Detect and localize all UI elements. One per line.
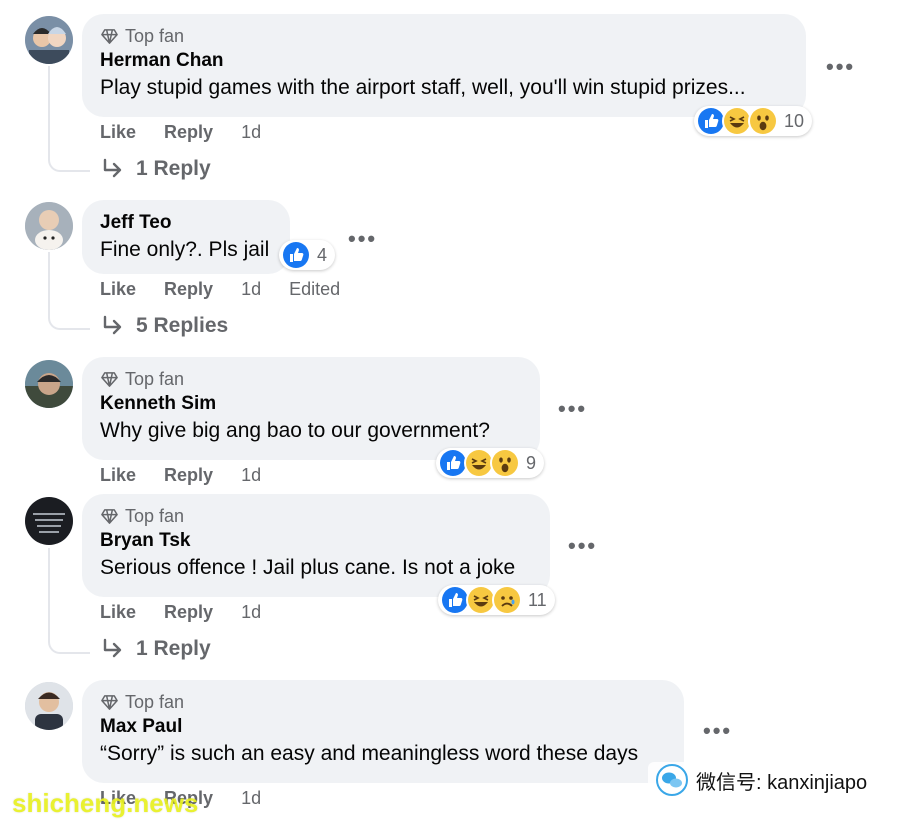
reaction-count: 11 xyxy=(528,589,547,610)
comment-actions: Like Reply 1d xyxy=(100,122,261,143)
avatar[interactable] xyxy=(25,682,73,730)
reply-arrow-icon xyxy=(103,638,122,658)
reaction-count: 10 xyxy=(784,110,805,131)
view-replies-button[interactable]: 1 Reply xyxy=(102,157,211,181)
comment-text: Why give big ang bao to our government? xyxy=(100,419,490,442)
replies-count-label: 1 Reply xyxy=(136,637,211,660)
top-fan-badge: Top fan xyxy=(100,367,522,391)
avatar[interactable] xyxy=(25,16,73,64)
badge-label: Top fan xyxy=(125,368,185,389)
view-replies-button[interactable]: 1 Reply xyxy=(102,637,211,661)
reaction-count: 4 xyxy=(317,244,328,265)
comment-timestamp[interactable]: 1d xyxy=(241,788,261,809)
comment-actions: Like Reply 1d Edited xyxy=(100,279,340,300)
avatar[interactable] xyxy=(25,202,73,250)
diamond-icon xyxy=(101,28,118,44)
badge-label: Top fan xyxy=(125,691,185,712)
edited-label[interactable]: Edited xyxy=(289,279,340,300)
comment-bubble: Top fan Kenneth Sim Why give big ang bao… xyxy=(82,357,540,460)
comment-timestamp[interactable]: 1d xyxy=(241,122,261,143)
more-options-button[interactable]: ••• xyxy=(558,396,587,422)
replies-count-label: 5 Replies xyxy=(136,314,229,337)
comment-bubble: Top fan Herman Chan Play stupid games wi… xyxy=(82,14,806,117)
like-button[interactable]: Like xyxy=(100,122,136,143)
wechat-watermark: 微信号: kanxinjiapo xyxy=(648,762,876,798)
diamond-icon xyxy=(101,508,118,524)
diamond-icon xyxy=(101,694,118,710)
reply-button[interactable]: Reply xyxy=(164,602,213,623)
comment-author[interactable]: Kenneth Sim xyxy=(100,391,522,417)
avatar[interactable] xyxy=(25,497,73,545)
more-options-button[interactable]: ••• xyxy=(703,718,732,744)
comment-author[interactable]: Herman Chan xyxy=(100,48,788,74)
comment-bubble: Jeff Teo Fine only?. Pls jail xyxy=(82,200,290,274)
top-fan-badge: Top fan xyxy=(100,504,532,528)
like-button[interactable]: Like xyxy=(100,465,136,486)
reactions-summary[interactable]: 10 xyxy=(694,106,813,136)
like-button[interactable]: Like xyxy=(100,279,136,300)
comment-timestamp[interactable]: 1d xyxy=(241,465,261,486)
comment-text: Serious offence ! Jail plus cane. Is not… xyxy=(100,556,516,579)
more-options-button[interactable]: ••• xyxy=(348,226,377,252)
comment-actions: Like Reply 1d xyxy=(100,602,261,623)
comment-bubble: Top fan Bryan Tsk Serious offence ! Jail… xyxy=(82,494,550,597)
reactions-summary[interactable]: 4 xyxy=(279,240,336,270)
replies-count-label: 1 Reply xyxy=(136,157,211,180)
more-options-button[interactable]: ••• xyxy=(568,533,597,559)
avatar[interactable] xyxy=(25,360,73,408)
comment-timestamp[interactable]: 1d xyxy=(241,602,261,623)
badge-label: Top fan xyxy=(125,505,185,526)
wechat-logo-icon xyxy=(656,764,688,796)
comment-bubble: Top fan Max Paul “Sorry” is such an easy… xyxy=(82,680,684,783)
site-watermark: shicheng.news xyxy=(12,788,199,818)
wow-reaction-icon xyxy=(748,106,778,136)
reply-arrow-icon xyxy=(103,315,122,335)
comment-timestamp[interactable]: 1d xyxy=(241,279,261,300)
reactions-summary[interactable]: 11 xyxy=(438,585,555,615)
badge-label: Top fan xyxy=(125,25,185,46)
reply-arrow-icon xyxy=(103,158,122,178)
top-fan-badge: Top fan xyxy=(100,24,788,48)
like-button[interactable]: Like xyxy=(100,602,136,623)
reaction-count: 9 xyxy=(526,452,537,473)
wow-reaction-icon xyxy=(490,448,520,478)
reply-button[interactable]: Reply xyxy=(164,465,213,486)
reply-button[interactable]: Reply xyxy=(164,279,213,300)
sad-reaction-icon xyxy=(492,585,522,615)
more-options-button[interactable]: ••• xyxy=(826,54,855,80)
top-fan-badge: Top fan xyxy=(100,690,666,714)
comment-author[interactable]: Jeff Teo xyxy=(100,210,272,236)
comment-author[interactable]: Bryan Tsk xyxy=(100,528,532,554)
comment-text: Play stupid games with the airport staff… xyxy=(100,76,746,99)
comment-text: “Sorry” is such an easy and meaningless … xyxy=(100,742,639,765)
view-replies-button[interactable]: 5 Replies xyxy=(102,314,228,338)
wechat-id-label: 微信号: kanxinjiapo xyxy=(696,771,868,794)
comment-actions: Like Reply 1d xyxy=(100,465,261,486)
like-reaction-icon xyxy=(281,240,311,270)
thread-line xyxy=(48,252,90,330)
comment-text: Fine only?. Pls jail xyxy=(100,238,270,261)
reply-button[interactable]: Reply xyxy=(164,122,213,143)
comment-author[interactable]: Max Paul xyxy=(100,714,666,740)
diamond-icon xyxy=(101,371,118,387)
reactions-summary[interactable]: 9 xyxy=(436,448,545,478)
